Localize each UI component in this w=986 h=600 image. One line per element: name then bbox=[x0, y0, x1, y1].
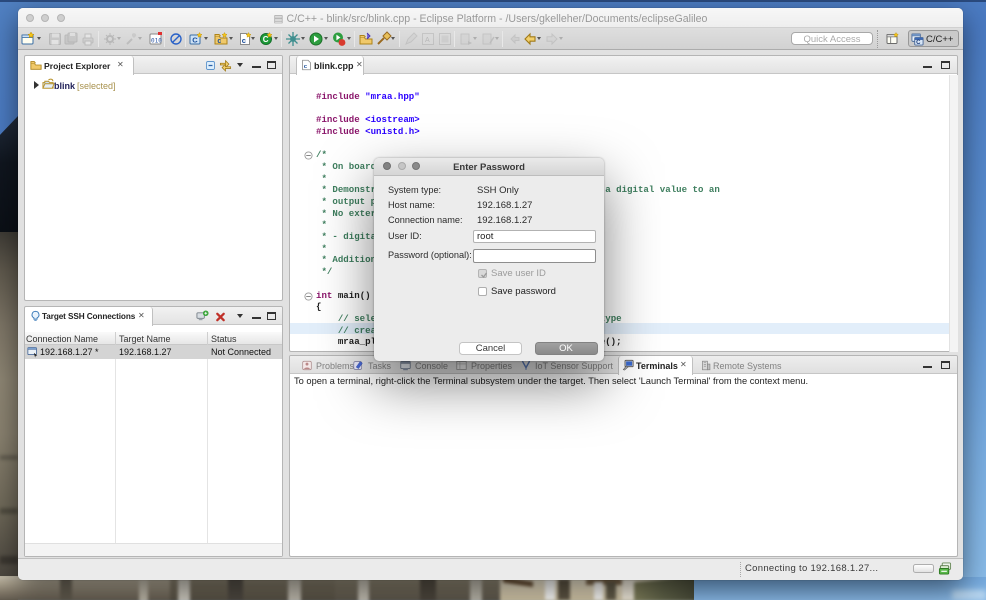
svg-text:010: 010 bbox=[151, 38, 162, 45]
svg-text:C: C bbox=[916, 40, 921, 46]
svg-text:A: A bbox=[425, 37, 430, 44]
svg-text:c: c bbox=[217, 38, 221, 45]
svg-text:c: c bbox=[242, 36, 246, 45]
svg-text:C: C bbox=[192, 36, 198, 45]
svg-text:C: C bbox=[263, 35, 269, 44]
